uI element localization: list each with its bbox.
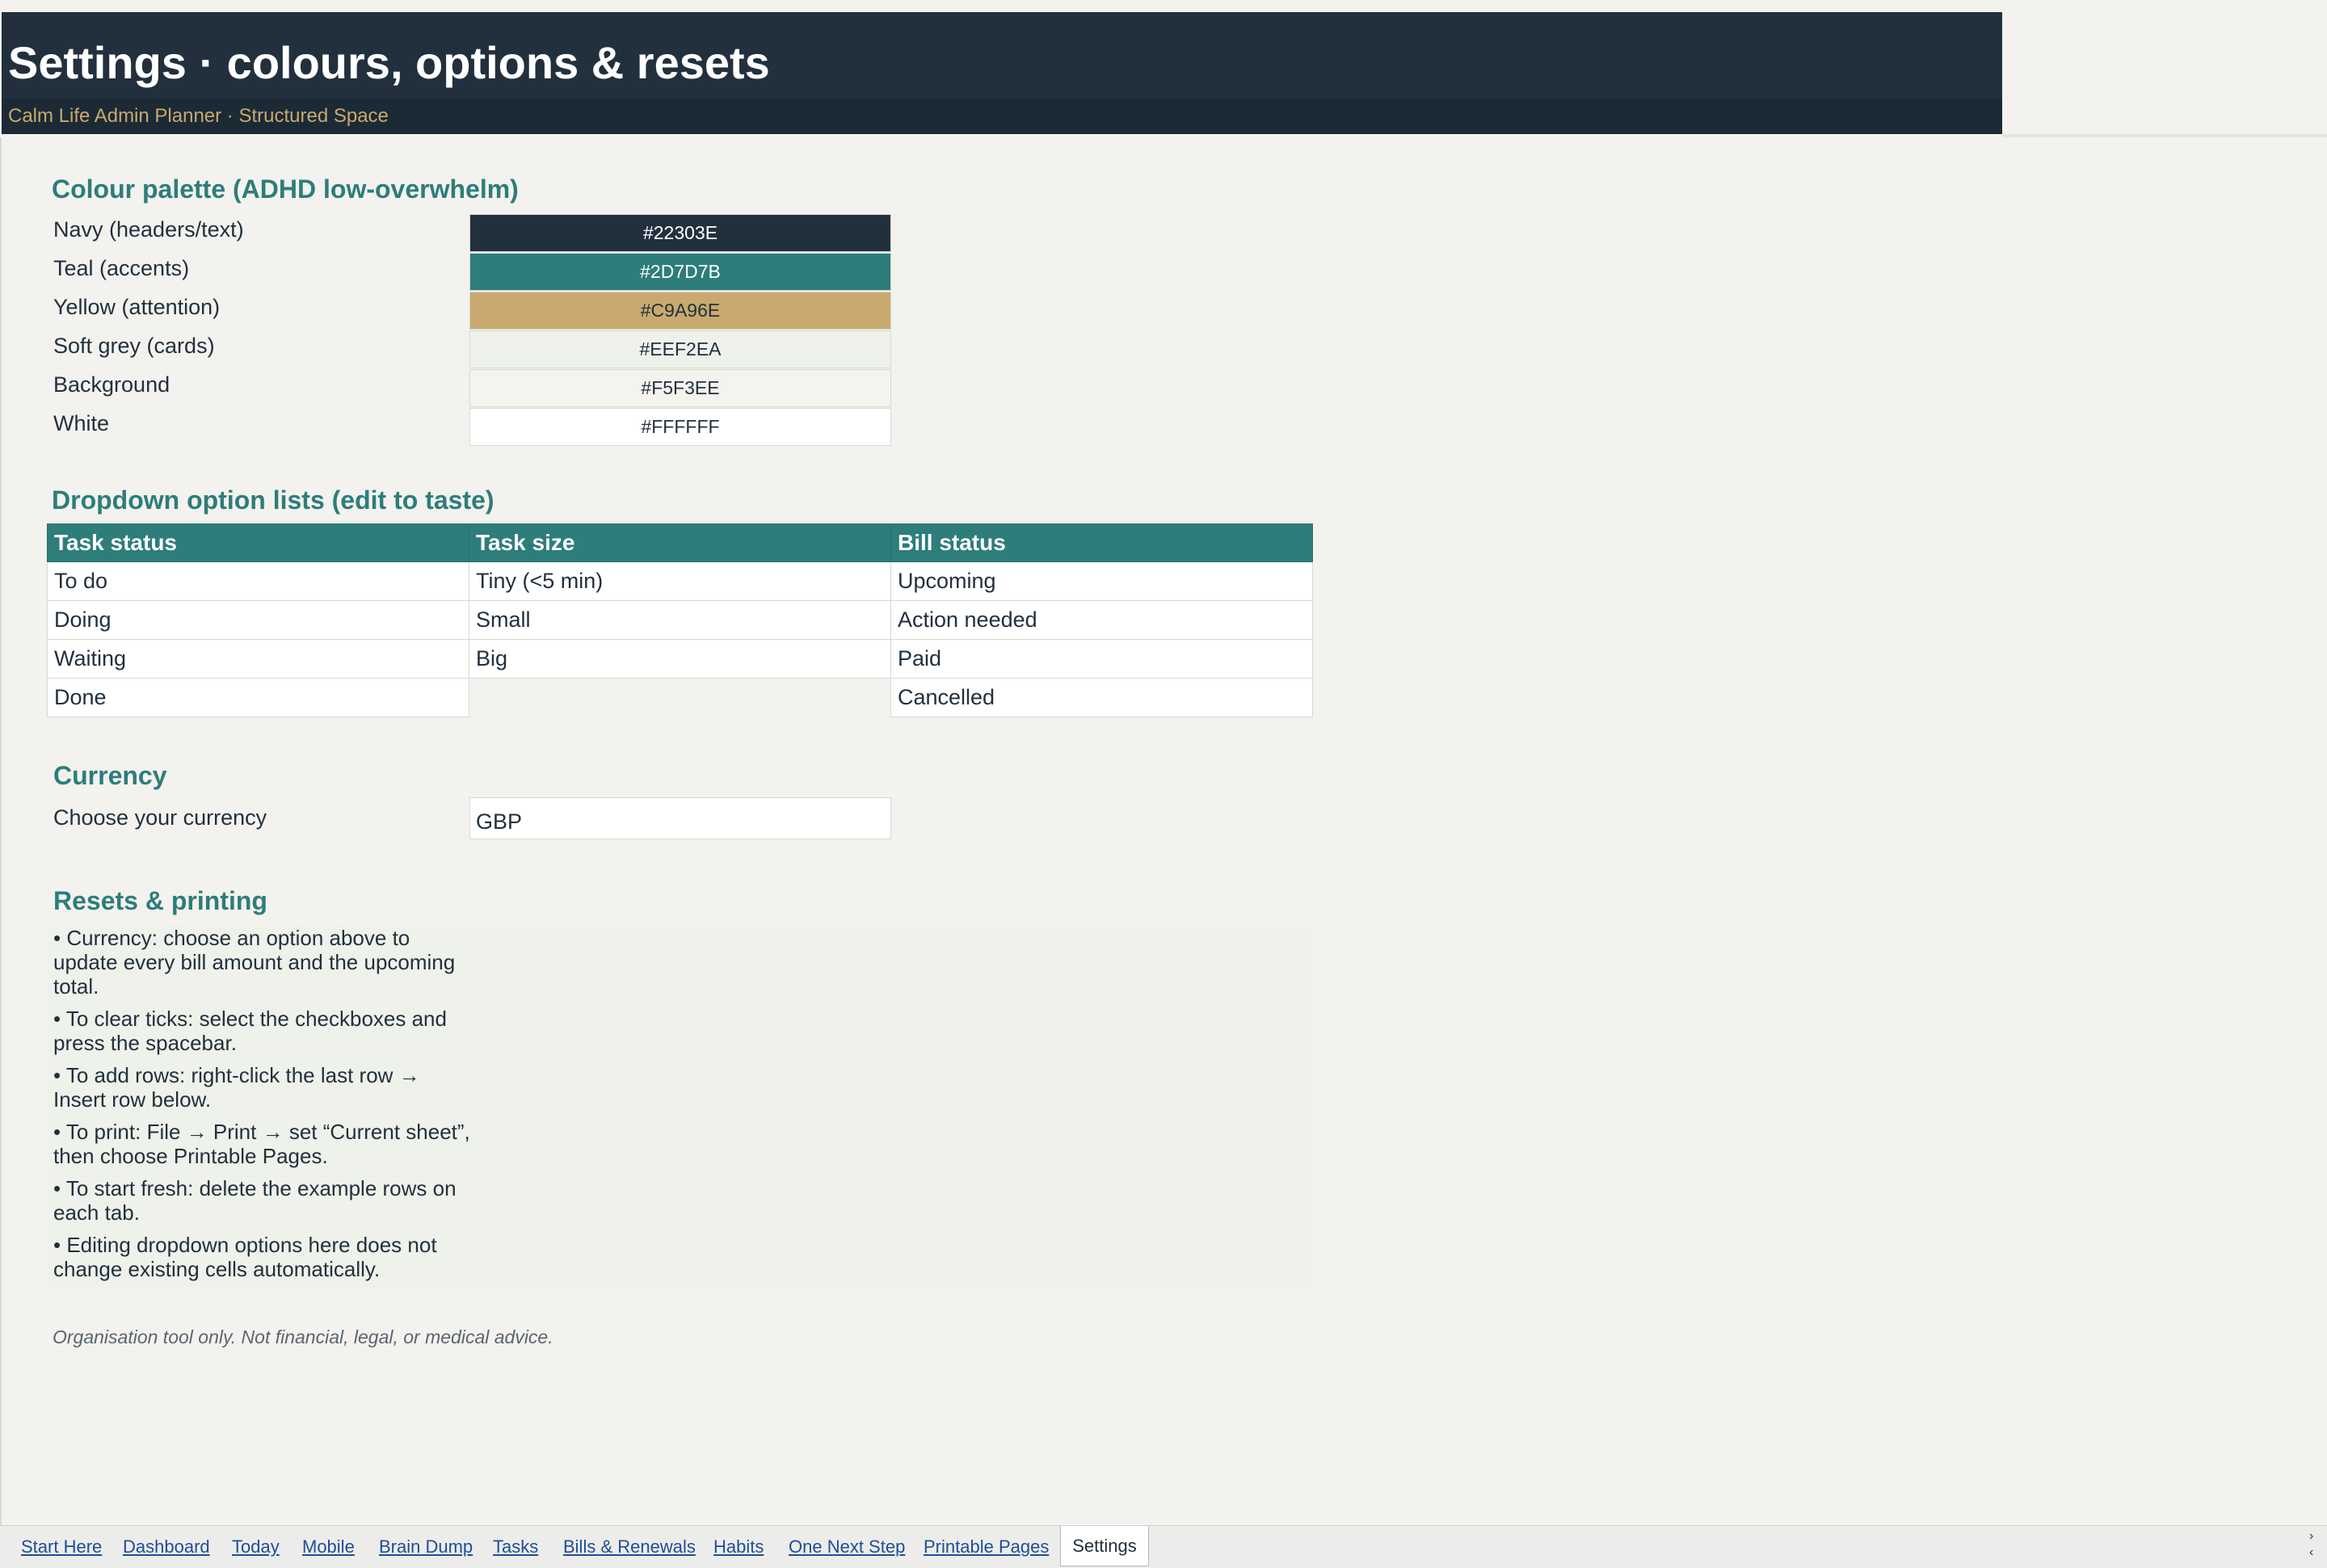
option-cell[interactable]: Action needed	[890, 600, 1313, 640]
page-subtitle: Calm Life Admin Planner · Structured Spa…	[8, 105, 389, 127]
resets-notes-card: • Currency: choose an option above to up…	[47, 926, 1314, 1287]
palette-label: White	[53, 411, 110, 435]
header-divider	[2002, 134, 2327, 137]
note-start-fresh: • To start fresh: delete the example row…	[53, 1176, 457, 1225]
table-row: Done Cancelled	[47, 678, 1313, 717]
tab-printable-pages[interactable]: Printable Pages	[924, 1536, 1049, 1557]
palette-label: Soft grey (cards)	[53, 334, 215, 358]
option-cell[interactable]: Paid	[890, 639, 1313, 679]
note-print: • To print: File → Print → set “Current …	[53, 1120, 470, 1168]
tab-one-next-step[interactable]: One Next Step	[789, 1536, 905, 1557]
dropdown-section-title: Dropdown option lists (edit to taste)	[52, 486, 494, 515]
table-row: To do Tiny (<5 min) Upcoming	[47, 561, 1313, 601]
option-cell[interactable]: Done	[47, 678, 469, 717]
palette-section-title: Colour palette (ADHD low-overwhelm)	[52, 174, 519, 204]
note-add-rows: • To add rows: right-click the last row …	[53, 1063, 420, 1112]
option-cell[interactable]: Small	[469, 600, 891, 640]
currency-section-title: Currency	[53, 761, 167, 790]
tab-tasks[interactable]: Tasks	[493, 1536, 538, 1557]
column-header-task-status[interactable]: Task status	[47, 523, 469, 562]
palette-label: Background	[53, 372, 170, 397]
tab-dashboard[interactable]: Dashboard	[123, 1536, 210, 1557]
option-cell[interactable]: Waiting	[47, 639, 469, 679]
palette-label: Teal (accents)	[53, 256, 190, 280]
sheet-subtitle-band: Calm Life Admin Planner · Structured Spa…	[2, 99, 2002, 134]
tab-start-here[interactable]: Start Here	[21, 1536, 102, 1557]
palette-swatch[interactable]: #EEF2EA	[469, 330, 891, 368]
empty-cell[interactable]	[469, 679, 891, 717]
resets-section-title: Resets & printing	[53, 886, 267, 915]
palette-swatch[interactable]: #F5F3EE	[469, 369, 891, 407]
table-row: Waiting Big Paid	[47, 639, 1313, 679]
table-row: Doing Small Action needed	[47, 600, 1313, 640]
note-dropdown-editing: • Editing dropdown options here does not…	[53, 1233, 437, 1281]
sheet-left-edge	[0, 137, 2, 1527]
palette-swatch[interactable]: #FFFFFF	[469, 408, 891, 446]
sheet-tab-bar: Start Here Dashboard Today Mobile Brain …	[0, 1525, 2327, 1568]
option-cell[interactable]: Tiny (<5 min)	[469, 561, 891, 601]
option-cell[interactable]: Cancelled	[890, 678, 1313, 717]
note-currency: • Currency: choose an option above to up…	[53, 926, 456, 998]
option-cell[interactable]: Upcoming	[890, 561, 1313, 601]
option-cell[interactable]: Big	[469, 639, 891, 679]
tab-today[interactable]: Today	[232, 1536, 280, 1557]
tab-scroll-arrows-icon[interactable]: › ‹	[2309, 1528, 2313, 1561]
palette-swatch[interactable]: #2D7D7B	[469, 253, 891, 291]
sheet-title-band: Settings · colours, options & resets	[2, 12, 2002, 99]
palette-swatch[interactable]: #C9A96E	[469, 292, 891, 330]
page-title: Settings · colours, options & resets	[8, 37, 770, 88]
tab-bills-renewals[interactable]: Bills & Renewals	[563, 1536, 696, 1557]
column-header-bill-status[interactable]: Bill status	[890, 523, 1313, 562]
disclaimer-text: Organisation tool only. Not financial, l…	[53, 1326, 553, 1347]
tab-mobile[interactable]: Mobile	[302, 1536, 355, 1557]
option-cell[interactable]: Doing	[47, 600, 469, 640]
currency-select[interactable]: GBP	[469, 797, 891, 839]
column-header-task-size[interactable]: Task size	[469, 523, 891, 562]
top-strip	[0, 0, 2327, 12]
palette-swatch[interactable]: #22303E	[469, 214, 891, 252]
palette-label: Yellow (attention)	[53, 295, 221, 319]
tab-settings[interactable]: Settings	[1060, 1526, 1149, 1566]
tab-brain-dump[interactable]: Brain Dump	[379, 1536, 473, 1557]
tab-habits[interactable]: Habits	[713, 1536, 764, 1557]
option-cell[interactable]: To do	[47, 561, 469, 601]
currency-label: Choose your currency	[53, 805, 267, 830]
palette-label: Navy (headers/text)	[53, 217, 244, 242]
table-header-row: Task status Task size Bill status	[47, 523, 1313, 562]
dropdown-options-table: Task status Task size Bill status To do …	[47, 523, 1313, 717]
note-clear-ticks: • To clear ticks: select the checkboxes …	[53, 1007, 447, 1055]
